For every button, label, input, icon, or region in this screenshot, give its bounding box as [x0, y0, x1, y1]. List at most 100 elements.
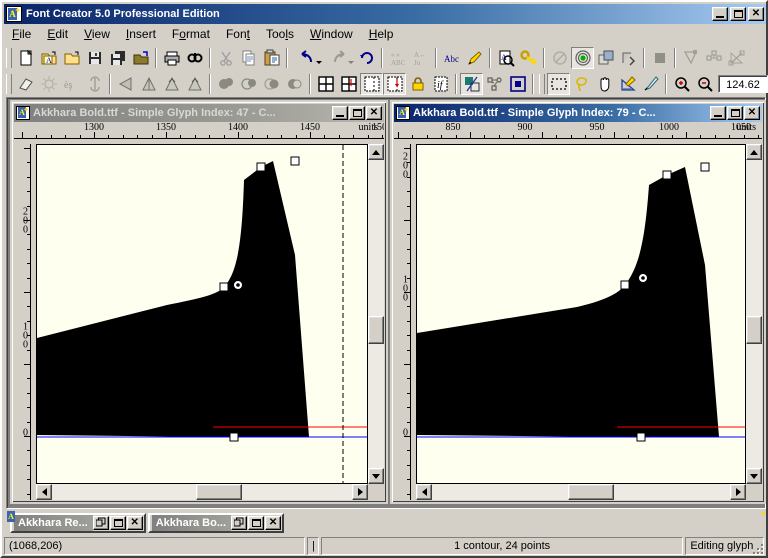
- save-all-icon[interactable]: [106, 47, 129, 69]
- edit-outline-icon[interactable]: [463, 47, 486, 69]
- vertical-scrollbar-79[interactable]: [746, 144, 762, 484]
- scroll-right-button[interactable]: [352, 484, 368, 500]
- marquee-select-icon[interactable]: [547, 73, 570, 95]
- kerning-icon[interactable]: A↔ Jo: [409, 47, 432, 69]
- flip-vertical-icon[interactable]: [137, 73, 160, 95]
- print-icon[interactable]: [160, 47, 183, 69]
- rotate-left-icon[interactable]: [160, 73, 183, 95]
- refresh-icon[interactable]: [355, 47, 378, 69]
- horizontal-scroll-thumb[interactable]: [196, 484, 242, 500]
- abc-spacing-icon[interactable]: « » ABC: [386, 47, 409, 69]
- glyph-window-47-titlebar[interactable]: A ✦ Akkhara Bold.ttf - Simple Glyph Index…: [14, 104, 384, 122]
- close-button[interactable]: ✕: [265, 516, 282, 530]
- paste-icon[interactable]: [260, 47, 283, 69]
- vertical-scrollbar-47[interactable]: [368, 144, 384, 484]
- glyph-canvas-79[interactable]: [416, 144, 746, 484]
- measure-icon[interactable]: [616, 73, 639, 95]
- toolbar-grip[interactable]: [6, 74, 12, 94]
- maximize-button[interactable]: [109, 516, 126, 530]
- copy-icon[interactable]: [237, 47, 260, 69]
- fill-icon[interactable]: [648, 47, 671, 69]
- merge-contours-icon[interactable]: èş: [60, 73, 83, 95]
- nodes-icon[interactable]: [702, 47, 725, 69]
- install-font-icon[interactable]: [129, 47, 152, 69]
- remove-overlap-icon[interactable]: [37, 73, 60, 95]
- toolbar-grip[interactable]: [6, 48, 12, 68]
- point-target-icon[interactable]: [571, 47, 594, 69]
- vector-icon[interactable]: [725, 47, 748, 69]
- scroll-up-button[interactable]: [746, 144, 762, 160]
- scroll-down-button[interactable]: [368, 468, 384, 484]
- pan-hand-icon[interactable]: [593, 73, 616, 95]
- maximize-button[interactable]: [349, 106, 365, 120]
- horizontal-scrollbar-79[interactable]: [416, 484, 746, 500]
- italic-metrics-icon[interactable]: if: [429, 73, 452, 95]
- close-button[interactable]: ✕: [744, 106, 760, 120]
- minimize-button[interactable]: [712, 7, 728, 21]
- grid-snap-icon[interactable]: [337, 73, 360, 95]
- menu-file[interactable]: File: [4, 25, 39, 43]
- duplicate-icon[interactable]: [594, 47, 617, 69]
- restore-button[interactable]: [92, 516, 109, 530]
- connect-points-icon[interactable]: [483, 73, 506, 95]
- menu-window[interactable]: Window: [302, 25, 361, 43]
- scroll-up-button[interactable]: [368, 144, 384, 160]
- maximize-button[interactable]: [730, 7, 746, 21]
- horizontal-ruler[interactable]: units 850 900 950 1000 1050: [394, 122, 762, 144]
- horizontal-ruler[interactable]: units 13001350140014501500: [14, 122, 384, 144]
- key-icon[interactable]: [517, 47, 540, 69]
- exclude-icon[interactable]: [283, 73, 306, 95]
- eraser-icon[interactable]: [14, 73, 37, 95]
- zoom-level-input[interactable]: 124.62: [718, 75, 768, 93]
- glyph-canvas-47[interactable]: [36, 144, 368, 484]
- maximize-button[interactable]: [727, 106, 743, 120]
- lock-icon[interactable]: [406, 73, 429, 95]
- reverse-contour-icon[interactable]: [83, 73, 106, 95]
- zoom-in-icon[interactable]: [670, 73, 693, 95]
- lasso-select-icon[interactable]: [570, 73, 593, 95]
- menu-tools[interactable]: Tools: [258, 25, 302, 43]
- restore-button[interactable]: [231, 516, 248, 530]
- horizontal-scrollbar-47[interactable]: [36, 484, 368, 500]
- intersect-icon[interactable]: [237, 73, 260, 95]
- select-contour-icon[interactable]: [679, 47, 702, 69]
- guides-icon[interactable]: [360, 73, 383, 95]
- knife-icon[interactable]: [639, 73, 662, 95]
- close-button[interactable]: ✕: [366, 106, 382, 120]
- cut-icon[interactable]: [214, 47, 237, 69]
- maximize-button[interactable]: [248, 516, 265, 530]
- scroll-left-button[interactable]: [36, 484, 52, 500]
- scroll-left-button[interactable]: [416, 484, 432, 500]
- new-document-icon[interactable]: [14, 47, 37, 69]
- contrast-icon[interactable]: [460, 73, 483, 95]
- close-button[interactable]: ✕: [748, 7, 764, 21]
- guides-snap-icon[interactable]: [383, 73, 406, 95]
- toolbar-grip[interactable]: [539, 74, 545, 94]
- minimized-window-akkhara-bold[interactable]: A ✦ Akkhara Bo... ✕: [7, 511, 766, 533]
- preview-icon[interactable]: A: [494, 47, 517, 69]
- save-icon[interactable]: [83, 47, 106, 69]
- autohinting-icon[interactable]: Abc: [440, 47, 463, 69]
- vertical-ruler[interactable]: 200 100 0: [14, 144, 36, 500]
- scroll-down-button[interactable]: [746, 468, 762, 484]
- close-button[interactable]: ✕: [126, 516, 143, 530]
- rotate-right-icon[interactable]: [183, 73, 206, 95]
- menu-font[interactable]: Font: [218, 25, 258, 43]
- minimized-window-akkhara-regular[interactable]: A✦ Akkhara Re... ✕: [7, 511, 766, 533]
- undo-dropdown-icon[interactable]: [316, 61, 322, 64]
- undo-icon[interactable]: [291, 47, 323, 69]
- subtract-icon[interactable]: [260, 73, 283, 95]
- center-icon[interactable]: [506, 73, 529, 95]
- open-folder-icon[interactable]: [60, 47, 83, 69]
- menu-insert[interactable]: Insert: [118, 25, 164, 43]
- resize-grip[interactable]: [750, 541, 764, 555]
- glyph-window-79-titlebar[interactable]: A ✦ Akkhara Bold.ttf - Simple Glyph Index…: [394, 104, 762, 122]
- no-overlap-icon[interactable]: [548, 47, 571, 69]
- flip-horizontal-icon[interactable]: [114, 73, 137, 95]
- vertical-ruler[interactable]: 200 100 0: [394, 144, 416, 500]
- zoom-out-icon[interactable]: [693, 73, 716, 95]
- redo-icon[interactable]: [323, 47, 355, 69]
- redo-dropdown-icon[interactable]: [348, 61, 354, 64]
- find-icon[interactable]: [183, 47, 206, 69]
- scroll-right-button[interactable]: [730, 484, 746, 500]
